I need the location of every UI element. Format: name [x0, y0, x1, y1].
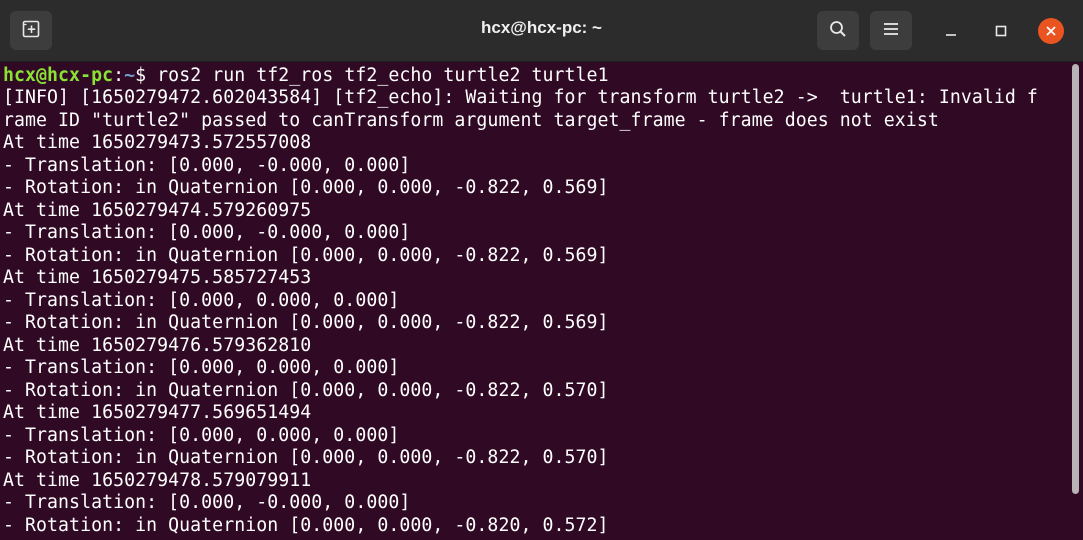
output-line: - Translation: [0.000, -0.000, 0.000] — [3, 222, 411, 243]
output-line: rame ID "turtle2" passed to canTransform… — [3, 110, 939, 131]
new-tab-icon — [22, 20, 40, 42]
hamburger-menu-icon — [883, 21, 899, 40]
output-line: - Translation: [0.000, 0.000, 0.000] — [3, 290, 400, 311]
output-line: - Rotation: in Quaternion [0.000, 0.000,… — [3, 380, 609, 401]
output-line: [INFO] [1650279472.602043584] [tf2_echo]… — [3, 87, 1038, 108]
output-line: - Translation: [0.000, 0.000, 0.000] — [3, 425, 400, 446]
prompt-path: ~ — [124, 65, 136, 86]
output-line: - Translation: [0.000, -0.000, 0.000] — [3, 492, 411, 513]
prompt-symbol: $ — [135, 65, 158, 86]
output-line: At time 1650279473.572557008 — [3, 132, 312, 153]
vertical-scrollbar[interactable] — [1068, 62, 1083, 540]
output-line: At time 1650279474.579260975 — [3, 200, 312, 221]
maximize-button[interactable] — [986, 16, 1016, 46]
prompt-user-host: hcx@hcx-pc — [3, 65, 114, 86]
prompt-separator: : — [113, 65, 125, 86]
output-line: - Translation: [0.000, 0.000, 0.000] — [3, 357, 400, 378]
minimize-button[interactable] — [936, 16, 966, 46]
close-icon — [1045, 22, 1057, 41]
title-bar[interactable]: hcx@hcx-pc: ~ — [0, 0, 1083, 62]
command-prompt-line: hcx@hcx-pc:~$ ros2 run tf2_ros tf2_echo … — [3, 65, 609, 87]
output-line: - Rotation: in Quaternion [0.000, 0.000,… — [3, 447, 609, 468]
search-icon — [829, 20, 847, 42]
terminal-output[interactable]: hcx@hcx-pc:~$ ros2 run tf2_ros tf2_echo … — [0, 62, 1066, 540]
output-line: - Rotation: in Quaternion [0.000, 0.000,… — [3, 177, 609, 198]
new-tab-button[interactable] — [10, 11, 52, 50]
terminal-window: hcx@hcx-pc: ~ hcx@hcx-pc:~$ ros2 run tf2… — [0, 0, 1083, 540]
output-line: At time 1650279475.585727453 — [3, 267, 312, 288]
close-button[interactable] — [1036, 16, 1066, 46]
search-button[interactable] — [817, 11, 859, 50]
output-line: At time 1650279477.569651494 — [3, 402, 312, 423]
prompt-command: ros2 run tf2_ros tf2_echo turtle2 turtle… — [157, 65, 609, 86]
window-title: hcx@hcx-pc: ~ — [481, 18, 602, 37]
output-line: - Translation: [0.000, -0.000, 0.000] — [3, 155, 411, 176]
output-line: At time 1650279478.579079911 — [3, 470, 312, 491]
maximize-icon — [995, 22, 1007, 41]
scrollbar-thumb[interactable] — [1072, 64, 1079, 494]
close-button-circle[interactable] — [1038, 18, 1064, 44]
menu-button[interactable] — [870, 11, 912, 50]
output-line: At time 1650279476.579362810 — [3, 335, 312, 356]
output-line: - Rotation: in Quaternion [0.000, 0.000,… — [3, 312, 609, 333]
output-line: - Rotation: in Quaternion [0.000, 0.000,… — [3, 245, 609, 266]
output-line: - Rotation: in Quaternion [0.000, 0.000,… — [3, 515, 609, 536]
minimize-icon — [945, 22, 957, 41]
